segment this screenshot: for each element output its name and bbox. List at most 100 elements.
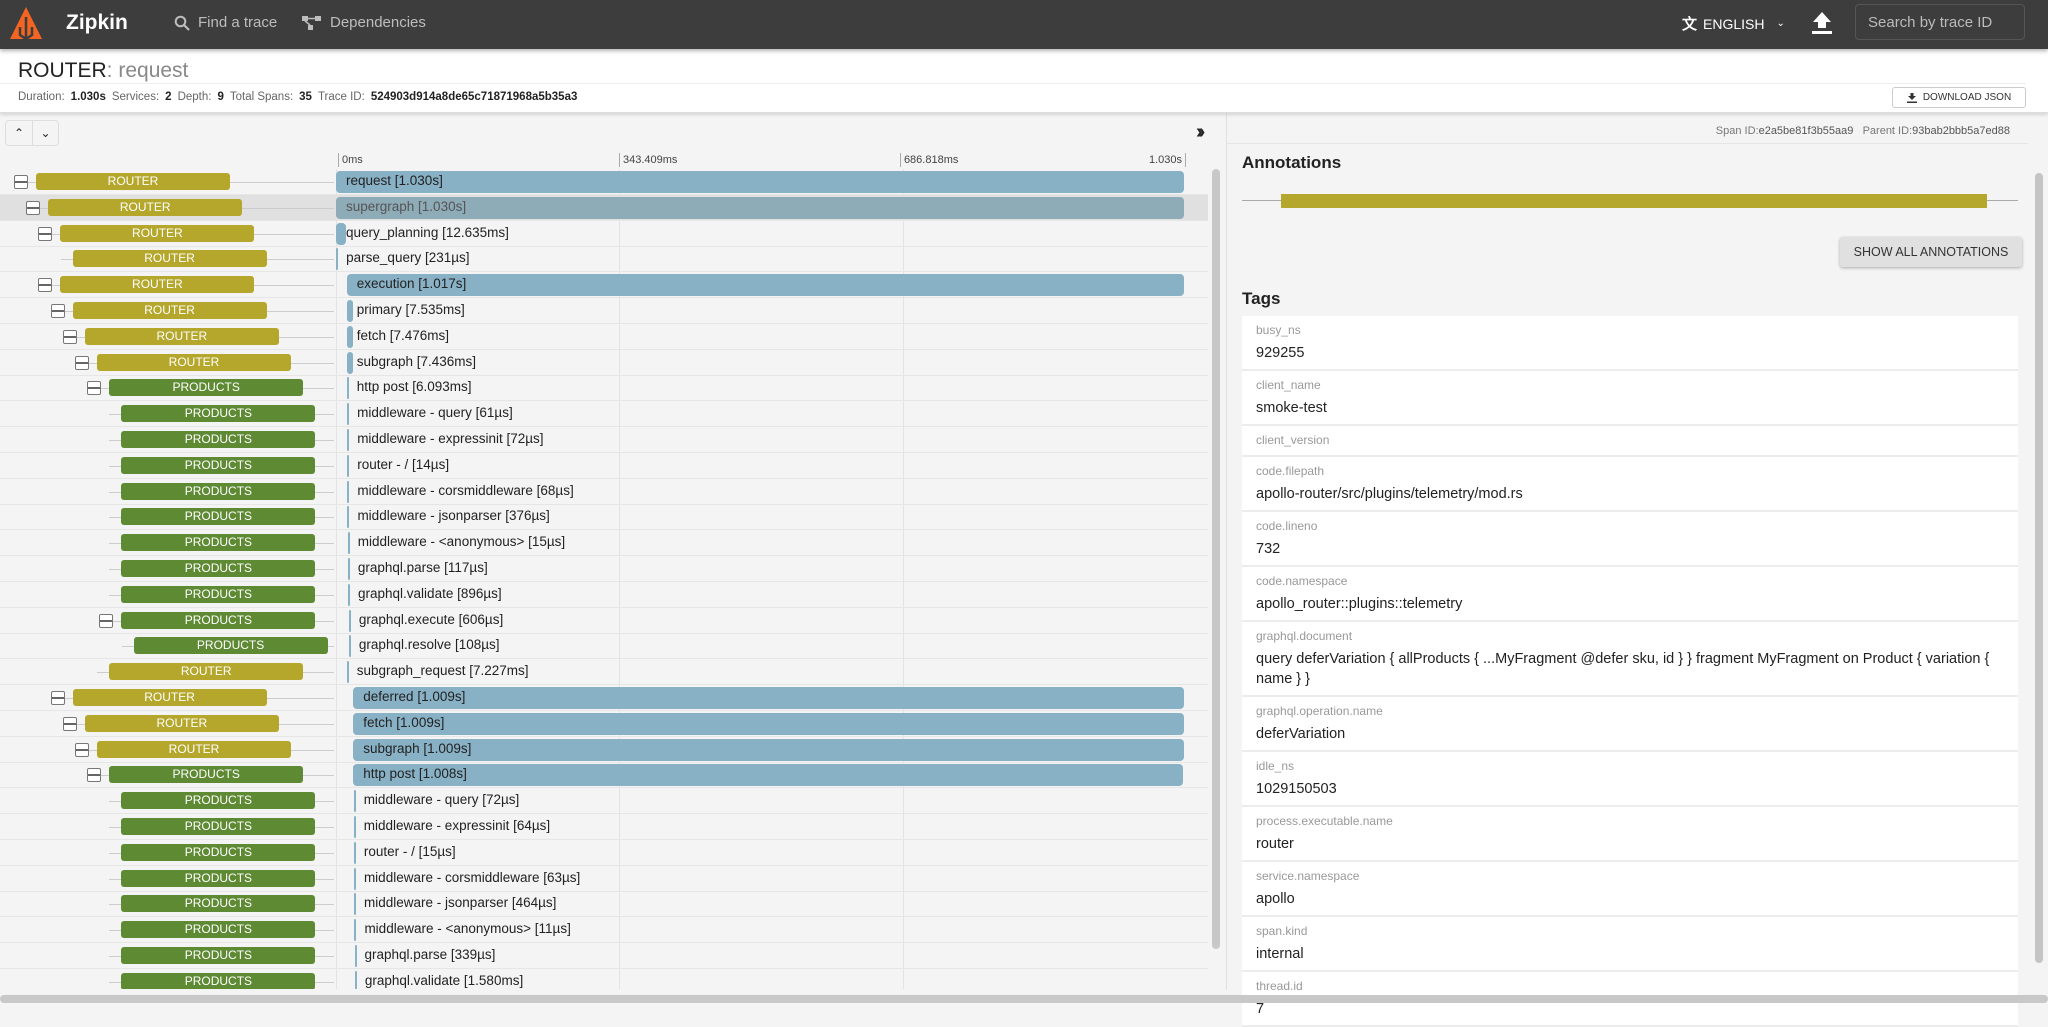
collapse-toggle-icon[interactable] <box>99 613 114 628</box>
span-duration-bar[interactable] <box>347 429 350 451</box>
span-duration-bar[interactable] <box>348 635 351 658</box>
span-duration-bar[interactable] <box>346 377 349 400</box>
service-badge[interactable]: PRODUCTS <box>121 431 316 448</box>
span-label[interactable]: primary [7.535ms] <box>357 302 465 317</box>
span-row[interactable]: PRODUCTS graphql.validate [896µs] <box>0 582 1208 608</box>
span-label[interactable]: parse_query [231µs] <box>346 250 469 265</box>
zipkin-logo-icon[interactable] <box>8 5 44 43</box>
service-badge[interactable]: ROUTER <box>97 353 291 371</box>
service-badge[interactable]: PRODUCTS <box>121 843 316 861</box>
span-row[interactable]: PRODUCTS middleware - expressinit [72µs] <box>0 427 1208 453</box>
service-badge[interactable]: ROUTER <box>60 224 255 242</box>
span-label[interactable]: middleware - jsonparser [376µs] <box>357 508 549 523</box>
span-duration-bar[interactable] <box>353 816 356 838</box>
span-duration-bar[interactable] <box>353 738 1184 761</box>
service-badge[interactable]: PRODUCTS <box>121 818 316 835</box>
span-row[interactable]: ROUTER fetch [1.009s] <box>0 711 1208 737</box>
service-badge[interactable]: PRODUCTS <box>121 508 316 526</box>
span-row[interactable]: ROUTER execution [1.017s] <box>0 272 1208 299</box>
span-duration-bar[interactable] <box>346 325 353 348</box>
span-row[interactable]: PRODUCTS middleware - expressinit [64µs] <box>0 814 1208 840</box>
span-label[interactable]: http post [6.093ms] <box>357 379 472 394</box>
service-badge[interactable]: PRODUCTS <box>121 921 316 939</box>
span-duration-bar[interactable] <box>336 222 347 245</box>
span-label[interactable]: middleware - jsonparser [464µs] <box>364 895 556 910</box>
span-duration-bar[interactable] <box>353 687 1184 709</box>
collapse-toggle-icon[interactable] <box>38 226 53 241</box>
trace-id-search-input[interactable] <box>1855 4 2025 40</box>
collapse-toggle-icon[interactable] <box>50 304 65 318</box>
span-duration-bar[interactable] <box>346 351 353 374</box>
next-span-button[interactable]: ⌄ <box>32 121 58 145</box>
span-row[interactable]: PRODUCTS router - / [14µs] <box>0 453 1208 479</box>
service-badge[interactable]: PRODUCTS <box>121 972 316 989</box>
service-badge[interactable]: PRODUCTS <box>121 456 316 474</box>
service-badge[interactable]: ROUTER <box>84 714 279 732</box>
span-label[interactable]: middleware - expressinit [72µs] <box>357 431 543 446</box>
span-row[interactable]: PRODUCTS middleware - query [72µs] <box>0 788 1208 815</box>
collapse-toggle-icon[interactable] <box>62 716 77 731</box>
service-badge[interactable]: ROUTER <box>72 250 267 268</box>
brand-name[interactable]: Zipkin <box>66 11 128 35</box>
span-label[interactable]: subgraph [7.436ms] <box>357 354 476 369</box>
span-duration-bar[interactable] <box>347 403 350 426</box>
collapse-toggle-icon[interactable] <box>75 355 89 370</box>
span-duration-bar[interactable] <box>354 919 357 942</box>
span-row[interactable]: ROUTER request [1.030s] <box>0 169 1208 195</box>
span-label[interactable]: graphql.validate [896µs] <box>358 586 502 601</box>
span-row[interactable]: ROUTER subgraph_request [7.227ms] <box>0 659 1208 686</box>
collapse-toggle-icon[interactable] <box>14 175 28 189</box>
span-row[interactable]: ROUTER subgraph [1.009s] <box>0 737 1208 763</box>
show-all-annotations-button[interactable]: SHOW ALL ANNOTATIONS <box>1840 237 2022 267</box>
previous-span-button[interactable]: ⌃ <box>6 121 32 145</box>
span-label[interactable]: graphql.execute [606µs] <box>359 612 503 627</box>
span-duration-bar[interactable] <box>353 867 356 890</box>
service-badge[interactable]: ROUTER <box>48 198 243 216</box>
service-badge[interactable]: PRODUCTS <box>121 895 316 913</box>
span-label[interactable]: graphql.parse [339µs] <box>365 947 496 962</box>
span-row[interactable]: PRODUCTS graphql.parse [117µs] <box>0 556 1208 582</box>
service-badge[interactable]: PRODUCTS <box>121 405 316 423</box>
nav-find-trace[interactable]: Find a trace <box>174 14 277 31</box>
span-duration-bar[interactable] <box>346 274 1184 297</box>
span-row[interactable]: PRODUCTS middleware - jsonparser [376µs] <box>0 504 1208 531</box>
span-row[interactable]: PRODUCTS middleware - corsmiddleware [68µ… <box>0 479 1208 505</box>
service-badge[interactable]: PRODUCTS <box>121 947 316 964</box>
service-badge[interactable]: PRODUCTS <box>121 482 316 500</box>
span-duration-bar[interactable] <box>348 583 351 606</box>
span-row[interactable]: PRODUCTS graphql.validate [1.580ms] <box>0 969 1208 989</box>
span-row[interactable]: ROUTER subgraph [7.436ms] <box>0 350 1208 376</box>
span-duration-bar[interactable] <box>347 506 350 529</box>
service-badge[interactable]: PRODUCTS <box>121 611 316 629</box>
span-row[interactable]: ROUTER query_planning [12.635ms] <box>0 221 1208 247</box>
expand-timeline-button[interactable]: ›› <box>1196 121 1206 144</box>
span-duration-bar[interactable] <box>354 893 357 916</box>
span-label[interactable]: graphql.parse [117µs] <box>358 560 488 575</box>
horizontal-scrollbar[interactable] <box>0 995 2048 1003</box>
service-badge[interactable]: ROUTER <box>109 663 304 681</box>
span-row[interactable]: PRODUCTS http post [1.008s] <box>0 762 1208 789</box>
span-label[interactable]: fetch [1.009s] <box>363 715 444 730</box>
span-label[interactable]: router - / [14µs] <box>357 457 449 472</box>
service-badge[interactable]: ROUTER <box>36 173 230 190</box>
service-badge[interactable]: ROUTER <box>97 740 291 758</box>
span-label[interactable]: execution [1.017s] <box>357 276 467 291</box>
service-badge[interactable]: ROUTER <box>60 276 255 294</box>
span-duration-bar[interactable] <box>347 480 350 503</box>
span-row[interactable]: PRODUCTS graphql.parse [339µs] <box>0 943 1208 969</box>
span-duration-bar[interactable] <box>353 764 1184 787</box>
span-label[interactable]: middleware - <anonymous> [11µs] <box>364 921 570 936</box>
service-badge[interactable]: PRODUCTS <box>121 534 316 552</box>
span-duration-bar[interactable] <box>353 790 356 813</box>
service-badge[interactable]: PRODUCTS <box>133 637 328 655</box>
span-label[interactable]: subgraph_request [7.227ms] <box>357 663 529 678</box>
span-duration-bar[interactable] <box>336 248 339 271</box>
service-badge[interactable]: PRODUCTS <box>109 766 304 784</box>
span-duration-bar[interactable] <box>348 609 351 632</box>
span-label[interactable]: subgraph [1.009s] <box>363 741 471 756</box>
collapse-toggle-icon[interactable] <box>38 278 53 293</box>
service-badge[interactable]: ROUTER <box>84 327 279 345</box>
language-selector[interactable]: 文 ENGLISH ⌄ <box>1682 13 1785 34</box>
span-label[interactable]: middleware - query [61µs] <box>357 405 513 420</box>
span-duration-bar[interactable] <box>353 841 356 864</box>
